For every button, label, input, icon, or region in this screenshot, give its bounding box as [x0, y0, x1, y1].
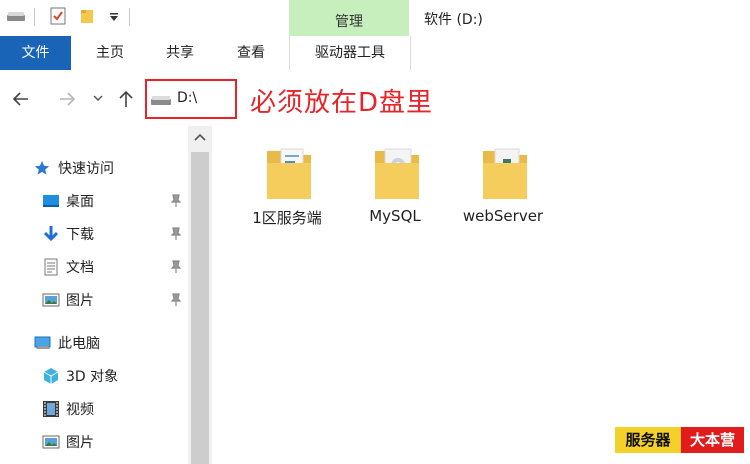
- computer-icon: [34, 336, 51, 349]
- sidebar-item-videos[interactable]: 视频: [42, 397, 192, 421]
- sidebar-item-label: 图片: [66, 293, 94, 309]
- separator: [34, 8, 35, 26]
- up-arrow-icon[interactable]: [116, 88, 136, 110]
- separator: [129, 8, 130, 26]
- tab-home[interactable]: 主页: [82, 36, 138, 70]
- sidebar-item-quick-access[interactable]: 快速访问: [34, 156, 184, 180]
- folder-icon: [267, 148, 311, 199]
- cube-icon: [43, 368, 59, 384]
- forward-arrow-icon[interactable]: [56, 88, 78, 110]
- pin-icon[interactable]: [170, 260, 182, 274]
- scrollbar-thumb[interactable]: [191, 152, 209, 464]
- folder-icon: [375, 148, 419, 199]
- back-arrow-icon[interactable]: [10, 88, 32, 110]
- download-arrow-icon: [43, 226, 59, 242]
- properties-icon[interactable]: [50, 7, 66, 25]
- drive-icon: [151, 96, 171, 105]
- folder-item[interactable]: 1区服务端: [237, 145, 337, 245]
- watermark-left: 服务器: [615, 427, 681, 453]
- tab-file-label: 文件: [21, 45, 50, 61]
- sidebar-item-label: 视频: [66, 402, 94, 418]
- folder-item[interactable]: MySQL: [345, 145, 445, 245]
- manage-label[interactable]: 管理: [289, 11, 409, 31]
- customize-toolbar-dropdown-icon[interactable]: [108, 12, 120, 22]
- pictures-icon: [42, 435, 60, 449]
- watermark-right: 大本营: [681, 427, 744, 453]
- film-icon: [43, 401, 59, 417]
- document-icon: [44, 258, 58, 276]
- sidebar-item-label: 桌面: [66, 194, 94, 210]
- sidebar-item-pictures-pc[interactable]: 图片: [42, 430, 192, 454]
- drive-icon[interactable]: [7, 12, 25, 22]
- desktop-icon: [43, 195, 59, 207]
- tab-view[interactable]: 查看: [222, 36, 280, 70]
- annotation-text: 必须放在D盘里: [250, 88, 434, 118]
- address-path[interactable]: D:\: [177, 90, 197, 106]
- folder-name: 1区服务端: [252, 209, 322, 227]
- tab-share[interactable]: 共享: [152, 36, 208, 70]
- recent-locations-chevron-icon[interactable]: [92, 92, 104, 104]
- window-title: 软件 (D:): [424, 12, 483, 28]
- tab-file[interactable]: 文件: [0, 36, 71, 70]
- sidebar-item-label: 3D 对象: [66, 369, 119, 385]
- new-folder-icon[interactable]: [80, 8, 94, 24]
- pin-icon[interactable]: [170, 227, 182, 241]
- folder-name: MySQL: [369, 207, 421, 225]
- sidebar-item-3d-objects[interactable]: 3D 对象: [42, 364, 192, 388]
- folder-name: webServer: [462, 207, 544, 225]
- sidebar-item-label: 文档: [66, 260, 94, 276]
- star-icon: [34, 160, 50, 175]
- folder-icon: [483, 148, 527, 199]
- sidebar-item-label: 图片: [66, 435, 94, 451]
- sidebar-item-label: 下载: [66, 227, 94, 243]
- sidebar-item-label: 此电脑: [58, 336, 100, 352]
- pictures-icon: [42, 293, 60, 307]
- tab-drive-tools[interactable]: 驱动器工具: [289, 36, 411, 70]
- pin-icon[interactable]: [170, 194, 182, 208]
- sidebar-item-this-pc[interactable]: 此电脑: [34, 331, 184, 355]
- folder-item[interactable]: webServer: [453, 145, 553, 245]
- sidebar-item-label: 快速访问: [58, 161, 114, 177]
- pin-icon[interactable]: [170, 293, 182, 307]
- scroll-up-chevron-icon[interactable]: [188, 126, 212, 150]
